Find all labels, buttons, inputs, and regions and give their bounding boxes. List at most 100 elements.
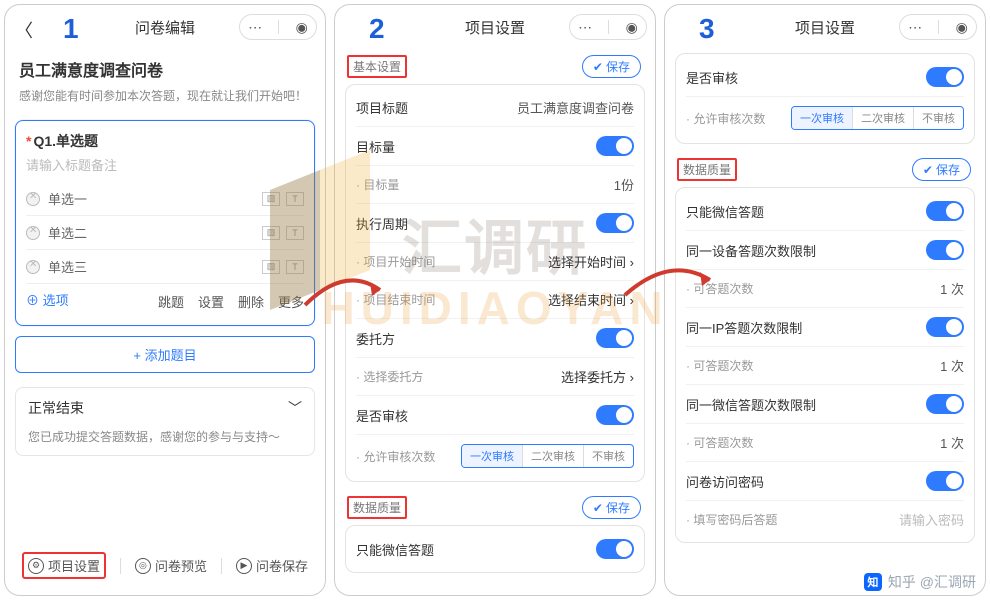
back-icon[interactable]: 〈	[15, 17, 33, 43]
row-label: 目标量	[356, 137, 395, 156]
survey-save-button[interactable]: ▶ 问卷保存	[236, 556, 308, 575]
section-data-label: 数据质量	[677, 158, 737, 181]
radio-icon[interactable]	[26, 226, 40, 240]
row-label: 是否审核	[686, 68, 738, 87]
gear-icon: ⚙	[28, 558, 44, 574]
preview-button[interactable]: ◎ 问卷预览	[135, 556, 207, 575]
row-label: · 可答题次数	[686, 357, 753, 374]
row-label: · 目标量	[356, 176, 399, 193]
row-label: 委托方	[356, 329, 395, 348]
wechat-capsule[interactable]: ⋯ ◉	[239, 14, 317, 40]
project-settings-button[interactable]: ⚙ 项目设置	[22, 552, 106, 579]
end-time-picker[interactable]: 选择结束时间 ›	[548, 290, 634, 309]
delegate-toggle[interactable]	[596, 328, 634, 348]
wechat-only-toggle[interactable]	[596, 539, 634, 559]
end-card[interactable]: 正常结束 ﹀ 您已成功提交答题数据，感谢您的参与与支持～	[15, 387, 315, 456]
question-label: Q1.单选题	[33, 133, 98, 149]
survey-title: 员工满意度调查问卷	[19, 57, 311, 81]
more-button[interactable]: 更多	[278, 292, 304, 311]
question-card[interactable]: *Q1.单选题 请输入标题备注 单选一 ▧ T 单选二 ▧ T 单选三	[15, 120, 315, 326]
wechat-only-toggle[interactable]	[926, 201, 964, 221]
skip-button[interactable]: 跳题	[158, 292, 184, 311]
save-button[interactable]: ✔ 保存	[912, 158, 971, 181]
row-value[interactable]: 1 次	[940, 356, 964, 375]
row-label: 项目标题	[356, 98, 408, 117]
row-label: · 可答题次数	[686, 280, 753, 297]
settings-card-basic: 项目标题员工满意度调查问卷 目标量 · 目标量1份 执行周期 · 项目开始时间选…	[345, 84, 645, 482]
radio-icon[interactable]	[26, 260, 40, 274]
eye-icon: ◎	[135, 558, 151, 574]
text-icon[interactable]: T	[286, 192, 304, 206]
survey-header: 员工满意度调查问卷 感谢您能有时间参加本次答题，现在就让我们开始吧！	[15, 49, 315, 114]
audit-segment[interactable]: 一次审核 二次审核 不审核	[461, 444, 634, 468]
capsule-close-icon[interactable]: ◉	[626, 19, 638, 36]
delete-button[interactable]: 删除	[238, 292, 264, 311]
settings-button[interactable]: 设置	[198, 292, 224, 311]
chevron-down-icon[interactable]: ﹀	[288, 398, 302, 418]
row-value[interactable]: 1 次	[940, 433, 964, 452]
settings-card-data: 只能微信答题	[345, 525, 645, 573]
option-row[interactable]: 单选二 ▧ T	[26, 216, 304, 250]
image-icon[interactable]: ▧	[262, 226, 280, 240]
same-wechat-toggle[interactable]	[926, 394, 964, 414]
option-row[interactable]: 单选一 ▧ T	[26, 182, 304, 216]
audit-segment[interactable]: 一次审核 二次审核 不审核	[791, 106, 964, 130]
text-icon[interactable]: T	[286, 226, 304, 240]
same-device-toggle[interactable]	[926, 240, 964, 260]
save-button[interactable]: ✔ 保存	[582, 55, 641, 78]
row-value[interactable]: 1 次	[940, 279, 964, 298]
nav-title: 项目设置	[795, 17, 855, 38]
audit-toggle[interactable]	[596, 405, 634, 425]
same-ip-toggle[interactable]	[926, 317, 964, 337]
password-input[interactable]: 请输入密码	[899, 510, 964, 529]
row-label: · 项目结束时间	[356, 291, 435, 308]
option-row[interactable]: 单选三 ▧ T	[26, 250, 304, 284]
nav-title: 问卷编辑	[135, 17, 195, 38]
wechat-capsule[interactable]: ⋯ ◉	[569, 14, 647, 40]
row-label: · 项目开始时间	[356, 253, 435, 270]
end-message: 您已成功提交答题数据，感谢您的参与与支持～	[28, 428, 302, 445]
step-number-3: 3	[699, 13, 715, 45]
row-label: 只能微信答题	[686, 202, 764, 221]
row-value[interactable]: 员工满意度调查问卷	[517, 98, 634, 117]
row-label: · 允许审核次数	[686, 110, 765, 127]
row-label: · 填写密码后答题	[686, 511, 777, 528]
settings-card-audit-top: 是否审核 · 允许审核次数 一次审核 二次审核 不审核	[675, 53, 975, 144]
text-icon[interactable]: T	[286, 260, 304, 274]
add-option-button[interactable]: ⊕ 选项	[26, 284, 69, 315]
zhihu-watermark: 知 知乎 @汇调研	[864, 572, 976, 592]
step-number-1: 1	[63, 13, 79, 45]
save-button[interactable]: ✔ 保存	[582, 496, 641, 519]
row-value[interactable]: 1份	[614, 175, 634, 194]
phone-panel-3: 3 项目设置 ⋯ ◉ 是否审核 · 允许审核次数 一次审核 二次审核 不审核	[664, 4, 986, 596]
capsule-more-icon[interactable]: ⋯	[908, 19, 922, 36]
capsule-close-icon[interactable]: ◉	[956, 19, 968, 36]
capsule-close-icon[interactable]: ◉	[296, 19, 308, 36]
section-basic-label: 基本设置	[347, 55, 407, 78]
image-icon[interactable]: ▧	[262, 192, 280, 206]
radio-icon[interactable]	[26, 192, 40, 206]
add-question-button[interactable]: + 添加题目	[15, 336, 315, 373]
audit-toggle[interactable]	[926, 67, 964, 87]
step-number-2: 2	[369, 13, 385, 45]
phone-panel-1: 1 〈 问卷编辑 ⋯ ◉ 员工满意度调查问卷 感谢您能有时间参加本次答题，现在就…	[4, 4, 326, 596]
end-title: 正常结束	[28, 398, 84, 418]
question-note-input[interactable]: 请输入标题备注	[26, 155, 304, 174]
phone-panel-2: 2 项目设置 ⋯ ◉ 基本设置 ✔ 保存 项目标题 员工满意度调查问卷 目标量 ·…	[334, 4, 656, 596]
image-icon[interactable]: ▧	[262, 260, 280, 274]
navbar: 〈 问卷编辑 ⋯ ◉	[5, 5, 325, 49]
row-label: 同一微信答题次数限制	[686, 395, 816, 414]
row-label: 问卷访问密码	[686, 472, 764, 491]
delegate-picker[interactable]: 选择委托方 ›	[561, 367, 634, 386]
row-label: 同一IP答题次数限制	[686, 318, 802, 337]
row-label: · 选择委托方	[356, 368, 423, 385]
wechat-capsule[interactable]: ⋯ ◉	[899, 14, 977, 40]
start-time-picker[interactable]: 选择开始时间 ›	[548, 252, 634, 271]
section-data-label: 数据质量	[347, 496, 407, 519]
nav-title: 项目设置	[465, 17, 525, 38]
capsule-more-icon[interactable]: ⋯	[578, 19, 592, 36]
period-toggle[interactable]	[596, 213, 634, 233]
target-qty-toggle[interactable]	[596, 136, 634, 156]
password-toggle[interactable]	[926, 471, 964, 491]
capsule-more-icon[interactable]: ⋯	[248, 19, 262, 36]
